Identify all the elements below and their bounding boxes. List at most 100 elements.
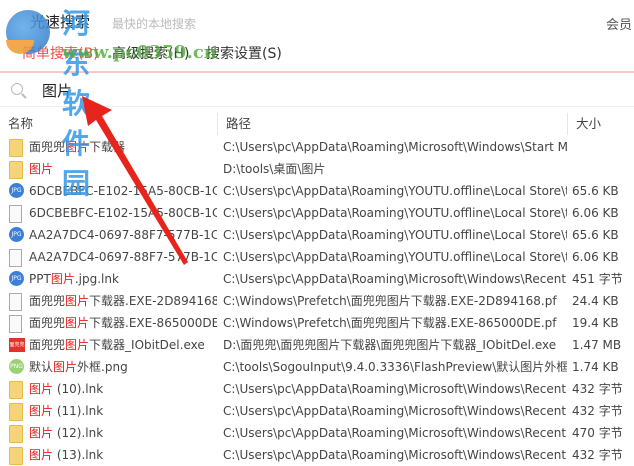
folder-icon — [9, 139, 23, 157]
jpg-icon: JPG — [9, 183, 24, 198]
folder-icon — [9, 381, 23, 399]
file-path: C:\Users\pc\AppData\Roaming\YOUTU.offlin… — [223, 184, 567, 198]
exe-icon: 面兜兜 — [9, 338, 25, 352]
name-highlight: 图片 — [29, 426, 54, 440]
file-name: 面兜兜图片下载器.EXE-865000DE.pf — [29, 312, 217, 334]
file-name: 面兜兜图片下载器.EXE-2D894168.pf — [29, 290, 217, 312]
table-row[interactable]: JPG 6DCBEBFC-E102-15A5-80CB-1C9 C:\Users… — [0, 180, 634, 202]
name-highlight: 图片 — [29, 404, 54, 418]
file-icon — [9, 315, 22, 333]
file-size: 65.6 KB — [572, 184, 619, 198]
name-highlight: 图片 — [29, 448, 54, 462]
folder-icon — [9, 403, 23, 421]
results-list: 面兜兜图片下载器 C:\Users\pc\AppData\Roaming\Mic… — [0, 136, 634, 466]
file-name: PPT图片.jpg.lnk — [29, 268, 217, 290]
file-name: 默认图片外框.png — [29, 356, 217, 378]
folder-icon — [9, 161, 23, 179]
file-path: C:\Users\pc\AppData\Roaming\Microsoft\Wi… — [223, 272, 567, 286]
name-highlight: 图片 — [65, 338, 90, 352]
file-icon — [9, 205, 22, 223]
column-header-size[interactable]: 大小 — [568, 113, 634, 135]
file-size: 19.4 KB — [572, 316, 619, 330]
file-icon — [9, 293, 22, 311]
table-row[interactable]: 面兜兜图片下载器.EXE-865000DE.pf C:\Windows\Pref… — [0, 312, 634, 334]
table-row[interactable]: 图片 (12).lnk C:\Users\pc\AppData\Roaming\… — [0, 422, 634, 444]
file-size: 6.06 KB — [572, 206, 619, 220]
jpg-icon: JPG — [9, 227, 24, 242]
app-subtitle: 最快的本地搜索 — [112, 17, 197, 31]
tab-search-settings[interactable]: 搜索设置(S) — [206, 43, 282, 63]
file-name: 6DCBEBFC-E102-15A5-80CB-1C9 — [29, 202, 217, 224]
folder-icon — [9, 447, 23, 465]
file-size: 451 字节 — [572, 272, 623, 286]
table-row[interactable]: 图片 (10).lnk C:\Users\pc\AppData\Roaming\… — [0, 378, 634, 400]
table-row[interactable]: JPG AA2A7DC4-0697-88F7-577B-1C9 C:\Users… — [0, 224, 634, 246]
file-size: 470 字节 — [572, 426, 623, 440]
name-suffix: (11).lnk — [53, 404, 104, 418]
name-suffix: 下载器.EXE-865000DE.pf — [89, 316, 217, 330]
file-size: 65.6 KB — [572, 228, 619, 242]
name-prefix: 面兜兜 — [29, 338, 66, 352]
name-suffix: (10).lnk — [53, 382, 104, 396]
jpg-icon: JPG — [9, 271, 24, 286]
table-row[interactable]: 面兜兜 面兜兜图片下载器_IObitDel.exe D:\面兜兜\面兜兜图片下载… — [0, 334, 634, 356]
name-highlight: 图片 — [29, 162, 54, 176]
file-name: AA2A7DC4-0697-88F7-577B-1C9 — [29, 224, 217, 246]
file-path: C:\Windows\Prefetch\面兜兜图片下载器.EXE-2D89416… — [223, 294, 557, 308]
table-row[interactable]: 面兜兜图片下载器.EXE-2D894168.pf C:\Windows\Pref… — [0, 290, 634, 312]
file-size: 1.47 MB — [572, 338, 622, 352]
table-row[interactable]: AA2A7DC4-0697-88F7-577B-1C9 C:\Users\pc\… — [0, 246, 634, 268]
name-suffix: 下载器_IObitDel.exe — [89, 338, 205, 352]
file-path: C:\Users\pc\AppData\Roaming\YOUTU.offlin… — [223, 228, 567, 242]
tab-advanced-search[interactable]: 高级搜索(H) — [112, 43, 189, 63]
name-prefix: AA2A7DC4-0697-88F7-577B-1C9 — [29, 250, 217, 264]
name-highlight: 图片 — [50, 272, 75, 286]
member-button[interactable]: 会员 — [606, 14, 632, 33]
name-highlight: 图片 — [65, 140, 90, 154]
name-suffix: 下载器.EXE-2D894168.pf — [89, 294, 217, 308]
table-row[interactable]: JPG PPT图片.jpg.lnk C:\Users\pc\AppData\Ro… — [0, 268, 634, 290]
file-path: C:\Users\pc\AppData\Roaming\Microsoft\Wi… — [223, 448, 567, 462]
column-header-path[interactable]: 路径 — [218, 113, 568, 135]
table-row[interactable]: 图片 D:\tools\桌面\图片 — [0, 158, 634, 180]
file-path: D:\面兜兜\面兜兜图片下载器\面兜兜图片下载器_IObitDel.exe — [223, 338, 557, 352]
search-bar — [0, 76, 634, 107]
name-prefix: 6DCBEBFC-E102-15A5-80CB-1C9 — [29, 184, 217, 198]
tab-simple-search[interactable]: 简单搜索(B) — [22, 43, 99, 63]
name-suffix: .jpg.lnk — [74, 272, 119, 286]
name-suffix: 外框.png — [77, 360, 128, 374]
table-row[interactable]: 图片 (13).lnk C:\Users\pc\AppData\Roaming\… — [0, 444, 634, 466]
file-icon — [9, 249, 22, 267]
file-name: 图片 (10).lnk — [29, 378, 217, 400]
file-path: C:\Users\pc\AppData\Roaming\Microsoft\Wi… — [223, 426, 567, 440]
file-name: 6DCBEBFC-E102-15A5-80CB-1C9 — [29, 180, 217, 202]
column-header-name[interactable]: 名称 — [0, 113, 218, 135]
table-row[interactable]: PNG 默认图片外框.png C:\tools\SogouInput\9.4.0… — [0, 356, 634, 378]
png-icon: PNG — [9, 359, 24, 374]
table-row[interactable]: 面兜兜图片下载器 C:\Users\pc\AppData\Roaming\Mic… — [0, 136, 634, 158]
search-input[interactable] — [40, 80, 544, 100]
file-size: 432 字节 — [572, 448, 623, 462]
name-highlight: 图片 — [53, 360, 78, 374]
name-highlight: 图片 — [29, 382, 54, 396]
file-path: D:\tools\桌面\图片 — [223, 162, 326, 176]
table-row[interactable]: 6DCBEBFC-E102-15A5-80CB-1C9 C:\Users\pc\… — [0, 202, 634, 224]
name-suffix: (13).lnk — [53, 448, 104, 462]
name-prefix: 面兜兜 — [29, 316, 66, 330]
name-highlight: 图片 — [65, 294, 90, 308]
folder-icon — [9, 425, 23, 443]
file-path: C:\Users\pc\AppData\Roaming\Microsoft\Wi… — [223, 404, 567, 418]
tab-bar: 简单搜索(B) 高级搜索(H) 搜索设置(S) — [0, 40, 634, 72]
file-name: 图片 (12).lnk — [29, 422, 217, 444]
name-prefix: 面兜兜 — [29, 294, 66, 308]
name-highlight: 图片 — [65, 316, 90, 330]
file-name: 图片 (11).lnk — [29, 400, 217, 422]
table-row[interactable]: 图片 (11).lnk C:\Users\pc\AppData\Roaming\… — [0, 400, 634, 422]
file-size: 1.74 KB — [572, 360, 619, 374]
name-prefix: 默认 — [29, 360, 54, 374]
file-size: 24.4 KB — [572, 294, 619, 308]
name-prefix: 面兜兜 — [29, 140, 66, 154]
search-icon — [11, 83, 23, 95]
file-path: C:\Users\pc\AppData\Roaming\YOUTU.offlin… — [223, 250, 567, 264]
name-prefix: 6DCBEBFC-E102-15A5-80CB-1C9 — [29, 206, 217, 220]
